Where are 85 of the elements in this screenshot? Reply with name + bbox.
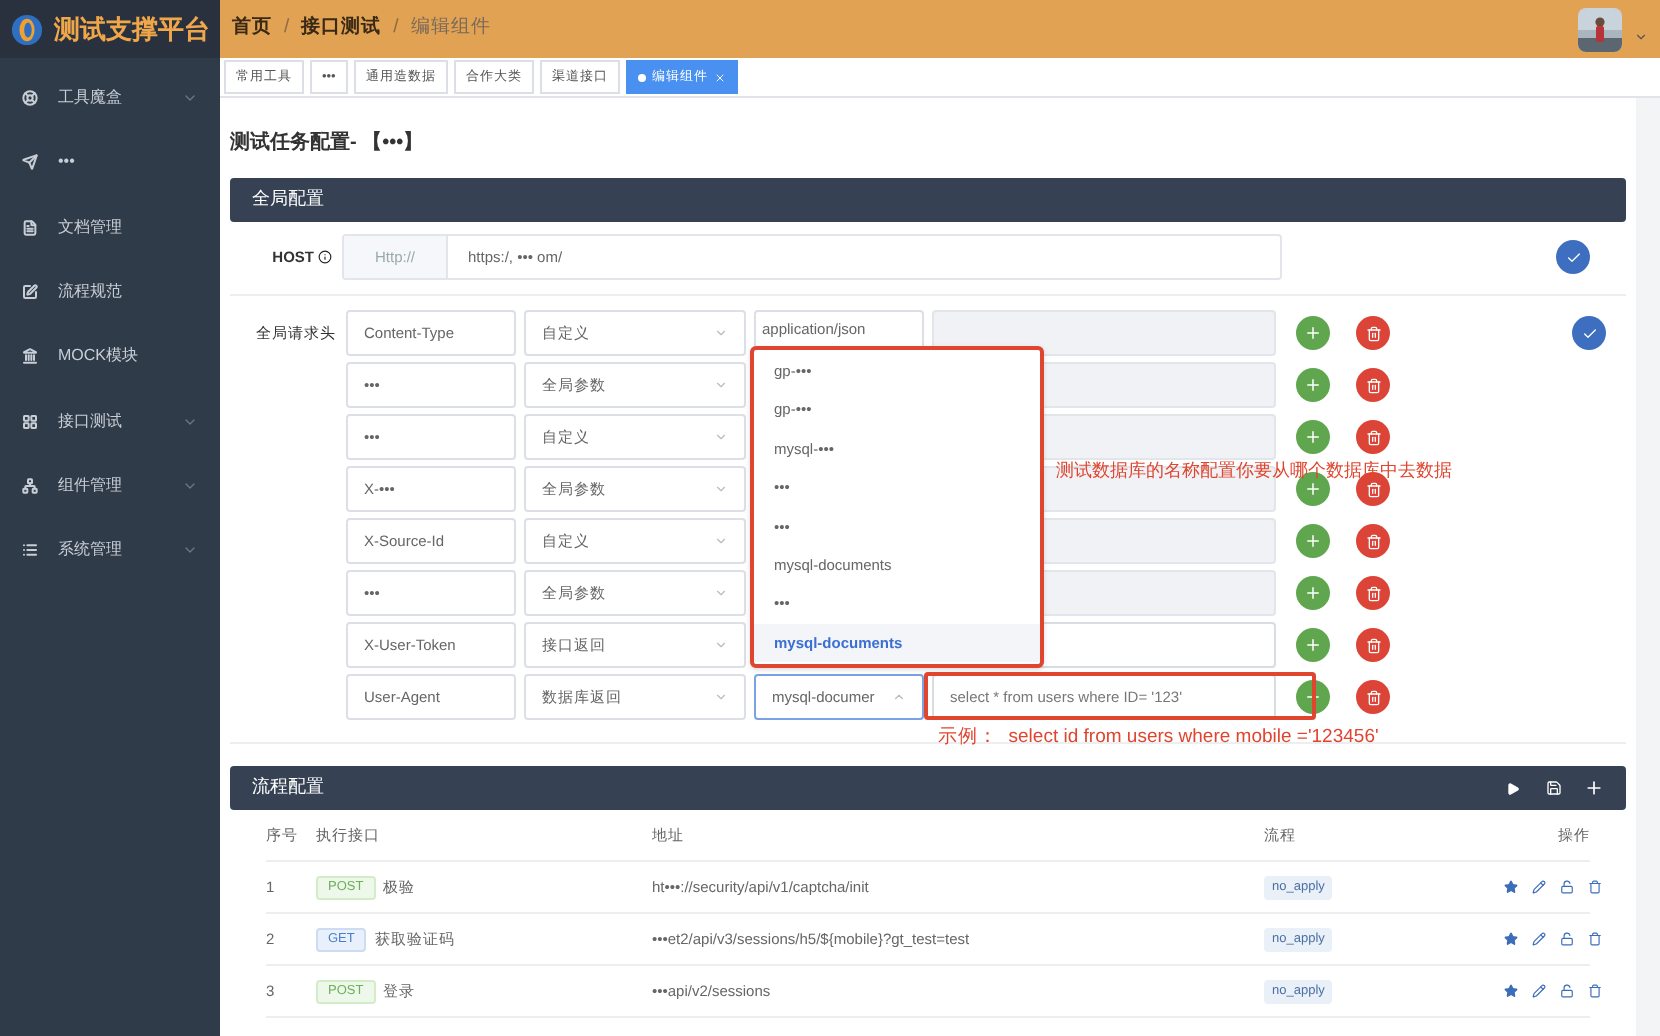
check-icon — [1565, 249, 1581, 265]
edit-icon[interactable] — [1532, 880, 1546, 894]
add-button[interactable] — [1296, 368, 1330, 402]
star-icon[interactable] — [1504, 984, 1518, 998]
delete-button[interactable] — [1356, 576, 1390, 610]
bank-icon — [22, 348, 38, 365]
unlock-icon[interactable] — [1560, 932, 1574, 946]
grid-icon — [22, 413, 38, 430]
save-icon[interactable] — [1546, 780, 1562, 796]
star-icon[interactable] — [1504, 932, 1518, 946]
close-icon[interactable] — [713, 71, 726, 83]
sidebar-item[interactable]: 文档管理 — [0, 195, 220, 260]
trash-icon — [1365, 585, 1381, 601]
example-text: 示例： select id from users where mobile ='123456' — [938, 724, 1379, 752]
add-button[interactable] — [1296, 420, 1330, 454]
add-button[interactable] — [1296, 576, 1330, 610]
delete-button[interactable] — [1356, 628, 1390, 662]
trash-icon — [1365, 429, 1381, 445]
chevron-icon — [714, 690, 728, 704]
unlock-icon[interactable] — [1560, 880, 1574, 894]
sitemap-icon — [22, 477, 38, 494]
delete-icon[interactable] — [1588, 932, 1602, 946]
star-icon[interactable] — [1504, 880, 1518, 894]
add-button[interactable] — [1296, 628, 1330, 662]
sidebar-item[interactable]: 接口测试 — [0, 388, 220, 454]
add-button[interactable] — [1296, 524, 1330, 558]
plus-icon — [1304, 532, 1322, 550]
trash-icon — [1365, 637, 1381, 653]
unlock-icon[interactable] — [1560, 984, 1574, 998]
trash-icon — [1365, 325, 1381, 341]
panel-title: 流程配置 — [252, 774, 326, 801]
delete-icon[interactable] — [1588, 880, 1602, 894]
delete-button[interactable] — [1356, 316, 1390, 350]
sidebar-item[interactable]: 流程规范 — [0, 259, 220, 325]
edit-icon — [22, 284, 38, 301]
delete-button[interactable] — [1356, 524, 1390, 558]
lifebuoy-icon — [22, 90, 38, 107]
app-title: 测试支撑平台 — [54, 11, 210, 48]
trash-icon — [1365, 481, 1381, 497]
plus-icon — [1304, 324, 1322, 342]
chevron-icon — [714, 638, 728, 652]
plus-icon — [1304, 480, 1322, 498]
plus-icon — [1304, 428, 1322, 446]
sidebar-item[interactable]: 组件管理 — [0, 453, 220, 519]
delete-icon[interactable] — [1588, 984, 1602, 998]
delete-button[interactable] — [1356, 420, 1390, 454]
trash-icon — [1365, 377, 1381, 393]
delete-button[interactable] — [1356, 368, 1390, 402]
edit-icon[interactable] — [1532, 984, 1546, 998]
list-icon — [22, 542, 38, 559]
info-icon — [318, 250, 332, 264]
breadcrumb-link[interactable]: 接口测试 — [301, 14, 382, 44]
logo-icon — [10, 11, 44, 47]
play-icon[interactable] — [1506, 781, 1520, 795]
plus-icon — [1304, 376, 1322, 394]
sidebar-item[interactable]: 工具魔盒 — [0, 66, 220, 131]
trash-icon — [1365, 689, 1381, 705]
confirm-button[interactable] — [1572, 316, 1606, 350]
panel-title: 全局配置 — [252, 186, 324, 213]
chevron-icon — [714, 586, 728, 600]
breadcrumb-separator: / — [284, 14, 290, 43]
sidebar-item[interactable]: MOCK模块 — [0, 324, 220, 389]
chevron-icon — [714, 326, 728, 340]
delete-button[interactable] — [1356, 680, 1390, 714]
chevron-icon — [892, 690, 906, 704]
sidebar-item[interactable]: ••• — [0, 130, 220, 196]
plus-icon — [1304, 636, 1322, 654]
caret-icon[interactable] — [1634, 30, 1648, 44]
sidebar-item[interactable]: 系统管理 — [0, 518, 220, 583]
page-title: 测试任务配置- 【•••】 — [230, 132, 426, 156]
add-icon[interactable] — [1584, 778, 1604, 798]
breadcrumb-separator: / — [393, 14, 399, 43]
chevron-icon — [714, 482, 728, 496]
chevron-icon — [714, 534, 728, 548]
edit-icon[interactable] — [1532, 932, 1546, 946]
plus-icon — [1304, 584, 1322, 602]
paper-plane-icon — [22, 154, 38, 171]
trash-icon — [1365, 533, 1381, 549]
document-icon — [22, 219, 38, 236]
confirm-button[interactable] — [1556, 240, 1590, 274]
breadcrumb-link[interactable]: 首页 — [232, 14, 272, 44]
chevron-icon — [714, 378, 728, 392]
chevron-icon — [714, 430, 728, 444]
check-icon — [1581, 325, 1597, 341]
add-button[interactable] — [1296, 316, 1330, 350]
